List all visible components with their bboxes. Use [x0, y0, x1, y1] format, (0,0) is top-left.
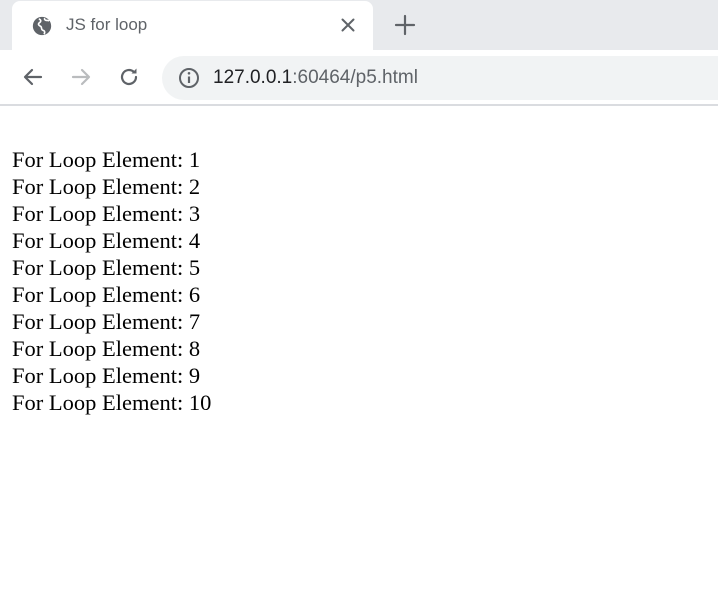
toolbar: 127.0.0.1:60464/p5.html: [0, 50, 718, 105]
url-path: :60464/p5.html: [292, 67, 418, 88]
tab-strip: JS for loop: [0, 0, 718, 50]
back-arrow-icon[interactable]: [21, 65, 45, 89]
browser-chrome: JS for loop 127.0.0.1:60464/p5.html: [0, 0, 718, 106]
plus-icon[interactable]: [394, 14, 416, 36]
loop-output-line: For Loop Element: 8: [12, 336, 201, 361]
toolbar-divider: [0, 104, 718, 106]
loop-output-line: For Loop Element: 10: [12, 390, 212, 415]
loop-output-line: For Loop Element: 9: [12, 363, 201, 388]
loop-output-line: For Loop Element: 7: [12, 309, 201, 334]
loop-output-line: For Loop Element: 3: [12, 201, 201, 226]
address-bar[interactable]: 127.0.0.1:60464/p5.html: [162, 56, 718, 100]
loop-output-line: For Loop Element: 5: [12, 255, 201, 280]
tab-active[interactable]: JS for loop: [12, 1, 373, 50]
page-content: For Loop Element: 1 For Loop Element: 2 …: [12, 146, 702, 416]
url-text[interactable]: 127.0.0.1:60464/p5.html: [213, 66, 418, 90]
forward-arrow-icon[interactable]: [69, 65, 93, 89]
url-host: 127.0.0.1: [213, 67, 293, 88]
reload-icon[interactable]: [117, 65, 141, 89]
loop-output-line: For Loop Element: 4: [12, 228, 201, 253]
loop-output-line: For Loop Element: 2: [12, 174, 201, 199]
info-icon[interactable]: [178, 67, 200, 89]
tab-title: JS for loop: [66, 15, 148, 34]
close-icon[interactable]: [338, 15, 358, 35]
loop-output-line: For Loop Element: 1: [12, 147, 201, 172]
globe-icon: [31, 15, 53, 37]
loop-output-line: For Loop Element: 6: [12, 282, 201, 307]
